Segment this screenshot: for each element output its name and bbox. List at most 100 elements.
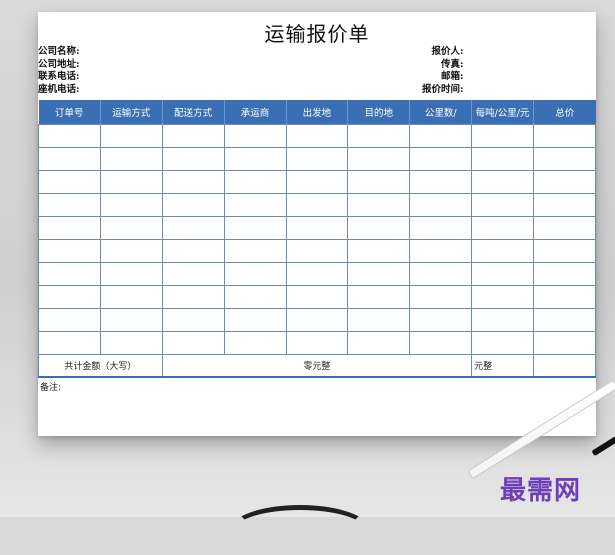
- table-cell[interactable]: [471, 331, 534, 355]
- table-cell[interactable]: [161, 239, 225, 263]
- table-cell[interactable]: [533, 331, 596, 355]
- table-cell[interactable]: [38, 216, 101, 240]
- table-row: [38, 239, 596, 263]
- table-row: [38, 262, 596, 286]
- quotation-table: 订单号 运输方式 配送方式 承运商 出发地 目的地 公里数/ 每吨/公里/元 总…: [38, 100, 596, 378]
- col-rate-per-ton-km: 每吨/公里/元: [471, 100, 534, 125]
- table-cell[interactable]: [347, 239, 411, 263]
- table-cell[interactable]: [533, 193, 596, 217]
- table-cell[interactable]: [471, 193, 534, 217]
- table-cell[interactable]: [533, 124, 596, 148]
- table-cell[interactable]: [99, 124, 163, 148]
- table-cell[interactable]: [409, 170, 473, 194]
- table-cell[interactable]: [409, 331, 473, 355]
- table-cell[interactable]: [471, 262, 534, 286]
- table-cell[interactable]: [223, 331, 287, 355]
- table-cell[interactable]: [347, 193, 411, 217]
- col-order-number: 订单号: [38, 100, 101, 125]
- table-cell[interactable]: [533, 147, 596, 171]
- table-cell[interactable]: [409, 216, 473, 240]
- table-cell[interactable]: [161, 170, 225, 194]
- table-cell[interactable]: [223, 216, 287, 240]
- table-cell[interactable]: [223, 308, 287, 332]
- table-cell[interactable]: [99, 193, 163, 217]
- total-row: 共计金额（大写） 零元整 元整: [38, 354, 596, 378]
- table-cell[interactable]: [347, 124, 411, 148]
- table-cell[interactable]: [471, 285, 534, 309]
- col-origin: 出发地: [285, 100, 348, 125]
- table-cell[interactable]: [99, 308, 163, 332]
- table-cell[interactable]: [38, 331, 101, 355]
- table-cell[interactable]: [409, 147, 473, 171]
- table-cell[interactable]: [533, 239, 596, 263]
- table-cell[interactable]: [347, 216, 411, 240]
- table-cell[interactable]: [471, 239, 534, 263]
- table-cell[interactable]: [285, 239, 349, 263]
- table-cell[interactable]: [38, 124, 101, 148]
- table-cell[interactable]: [533, 216, 596, 240]
- table-cell[interactable]: [285, 170, 349, 194]
- table-cell[interactable]: [533, 308, 596, 332]
- table-cell[interactable]: [409, 285, 473, 309]
- table-cell[interactable]: [38, 239, 101, 263]
- table-cell[interactable]: [161, 124, 225, 148]
- table-cell[interactable]: [471, 170, 534, 194]
- table-cell[interactable]: [38, 285, 101, 309]
- table-cell[interactable]: [161, 216, 225, 240]
- table-cell[interactable]: [471, 147, 534, 171]
- table-cell[interactable]: [533, 170, 596, 194]
- table-cell[interactable]: [38, 308, 101, 332]
- table-cell[interactable]: [409, 239, 473, 263]
- table-cell[interactable]: [471, 216, 534, 240]
- table-cell[interactable]: [161, 262, 225, 286]
- table-cell[interactable]: [533, 262, 596, 286]
- table-cell[interactable]: [471, 124, 534, 148]
- table-cell[interactable]: [347, 308, 411, 332]
- table-cell[interactable]: [99, 262, 163, 286]
- table-cell[interactable]: [99, 216, 163, 240]
- table-cell[interactable]: [99, 147, 163, 171]
- table-cell[interactable]: [409, 308, 473, 332]
- table-cell[interactable]: [99, 239, 163, 263]
- quoter-info-block: 报价人: 传真: 邮箱: 报价时间:: [422, 46, 464, 96]
- table-cell[interactable]: [99, 170, 163, 194]
- table-cell[interactable]: [38, 193, 101, 217]
- table-cell[interactable]: [533, 285, 596, 309]
- table-cell[interactable]: [161, 331, 225, 355]
- table-cell[interactable]: [38, 170, 101, 194]
- table-cell[interactable]: [161, 308, 225, 332]
- table-cell[interactable]: [223, 262, 287, 286]
- table-cell[interactable]: [347, 331, 411, 355]
- table-cell[interactable]: [409, 124, 473, 148]
- table-cell[interactable]: [285, 331, 349, 355]
- table-cell[interactable]: [161, 193, 225, 217]
- table-cell[interactable]: [285, 124, 349, 148]
- table-cell[interactable]: [285, 216, 349, 240]
- table-cell[interactable]: [161, 147, 225, 171]
- table-cell[interactable]: [223, 147, 287, 171]
- table-cell[interactable]: [285, 147, 349, 171]
- table-cell[interactable]: [38, 147, 101, 171]
- table-cell[interactable]: [347, 147, 411, 171]
- col-total-price: 总价: [533, 100, 596, 125]
- table-cell[interactable]: [347, 262, 411, 286]
- table-cell[interactable]: [223, 239, 287, 263]
- table-cell[interactable]: [223, 124, 287, 148]
- table-cell[interactable]: [347, 285, 411, 309]
- table-cell[interactable]: [38, 262, 101, 286]
- table-row: [38, 147, 596, 171]
- table-cell[interactable]: [471, 308, 534, 332]
- table-cell[interactable]: [285, 285, 349, 309]
- table-cell[interactable]: [161, 285, 225, 309]
- table-cell[interactable]: [223, 170, 287, 194]
- table-cell[interactable]: [285, 193, 349, 217]
- table-cell[interactable]: [99, 285, 163, 309]
- table-cell[interactable]: [223, 285, 287, 309]
- table-cell[interactable]: [409, 193, 473, 217]
- table-cell[interactable]: [347, 170, 411, 194]
- table-cell[interactable]: [285, 308, 349, 332]
- table-cell[interactable]: [285, 262, 349, 286]
- table-cell[interactable]: [409, 262, 473, 286]
- table-cell[interactable]: [99, 331, 163, 355]
- table-cell[interactable]: [223, 193, 287, 217]
